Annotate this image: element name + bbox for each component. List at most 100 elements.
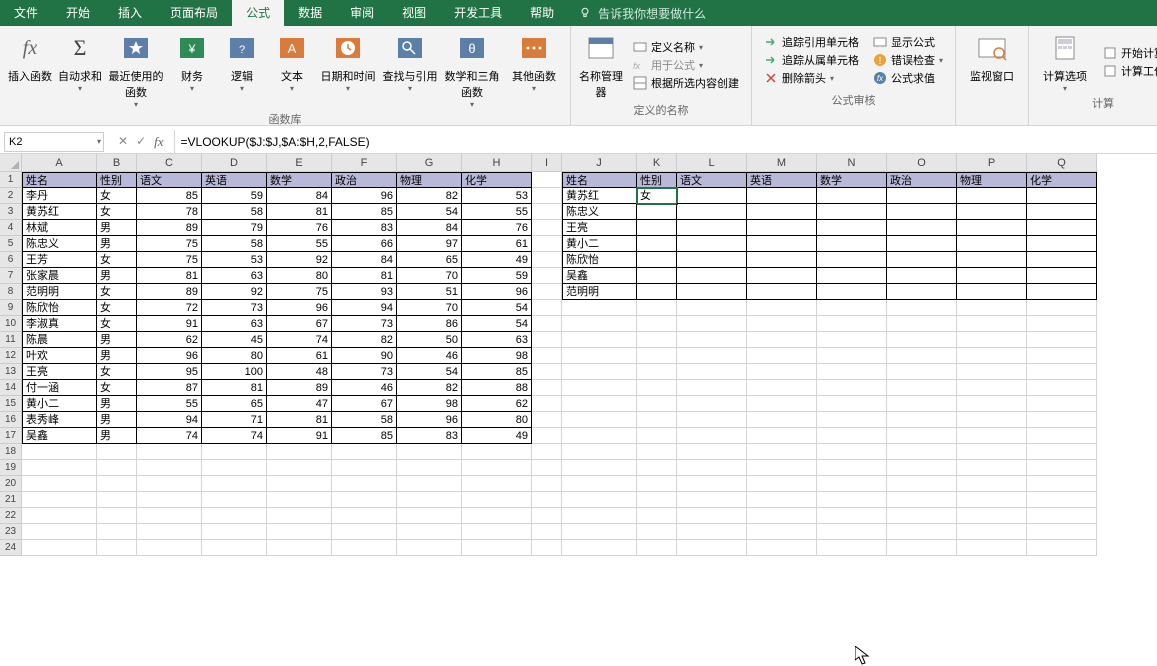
cell[interactable]: [817, 204, 887, 220]
cell[interactable]: 65: [202, 396, 267, 412]
cell[interactable]: [1027, 188, 1097, 204]
cell[interactable]: 81: [267, 412, 332, 428]
cell[interactable]: 物理: [957, 172, 1027, 188]
cell[interactable]: 94: [137, 412, 202, 428]
cell[interactable]: 85: [137, 188, 202, 204]
cell[interactable]: [562, 412, 637, 428]
cell[interactable]: [397, 508, 462, 524]
cell[interactable]: 62: [137, 332, 202, 348]
cell[interactable]: [532, 412, 562, 428]
cell[interactable]: [887, 428, 957, 444]
cell[interactable]: 63: [462, 332, 532, 348]
cell[interactable]: [97, 492, 137, 508]
math-button[interactable]: θ 数学和三角函数▾: [442, 30, 502, 109]
row-header[interactable]: 1: [0, 172, 22, 188]
cell[interactable]: 黄小二: [22, 396, 97, 412]
cell[interactable]: 58: [332, 412, 397, 428]
spreadsheet-grid[interactable]: ABCDEFGHIJKLMNOPQ 1姓名性别语文英语数学政治物理化学姓名性别语…: [0, 154, 1157, 556]
cell[interactable]: [887, 460, 957, 476]
evaluate-formula-button[interactable]: fx公式求值: [873, 70, 943, 86]
cell[interactable]: [637, 220, 677, 236]
autosum-button[interactable]: Σ 自动求和▾: [56, 30, 104, 93]
col-header[interactable]: N: [817, 154, 887, 172]
cell[interactable]: 54: [462, 300, 532, 316]
cell[interactable]: 70: [397, 268, 462, 284]
watch-window-button[interactable]: 监视窗口: [962, 30, 1022, 84]
cell[interactable]: 女: [97, 364, 137, 380]
row-header[interactable]: 6: [0, 252, 22, 268]
cell[interactable]: 74: [137, 428, 202, 444]
cell[interactable]: [747, 284, 817, 300]
cell[interactable]: [97, 508, 137, 524]
cell[interactable]: [462, 476, 532, 492]
cell[interactable]: [637, 380, 677, 396]
cell[interactable]: [887, 188, 957, 204]
cell[interactable]: [22, 540, 97, 556]
cell[interactable]: 78: [137, 204, 202, 220]
cell[interactable]: 83: [397, 428, 462, 444]
cell[interactable]: [677, 332, 747, 348]
cell[interactable]: 陈晨: [22, 332, 97, 348]
cell[interactable]: 96: [397, 412, 462, 428]
cell[interactable]: [677, 348, 747, 364]
cell[interactable]: [267, 492, 332, 508]
cell[interactable]: 89: [267, 380, 332, 396]
row-header[interactable]: 7: [0, 268, 22, 284]
cell[interactable]: [532, 284, 562, 300]
cell[interactable]: 81: [202, 380, 267, 396]
row-header[interactable]: 17: [0, 428, 22, 444]
cell[interactable]: 75: [137, 252, 202, 268]
cell[interactable]: 96: [267, 300, 332, 316]
cell[interactable]: 政治: [887, 172, 957, 188]
cell[interactable]: [887, 492, 957, 508]
cell[interactable]: [957, 396, 1027, 412]
cell[interactable]: [397, 540, 462, 556]
col-header[interactable]: M: [747, 154, 817, 172]
cell[interactable]: [817, 220, 887, 236]
cell[interactable]: 73: [202, 300, 267, 316]
col-header[interactable]: L: [677, 154, 747, 172]
cell[interactable]: 84: [397, 220, 462, 236]
cell[interactable]: [817, 444, 887, 460]
cell[interactable]: 73: [332, 316, 397, 332]
cell[interactable]: [677, 412, 747, 428]
cell[interactable]: [677, 428, 747, 444]
cell[interactable]: [817, 332, 887, 348]
cell[interactable]: [1027, 476, 1097, 492]
cell[interactable]: [562, 380, 637, 396]
cell[interactable]: 54: [397, 364, 462, 380]
cell[interactable]: [887, 252, 957, 268]
cell[interactable]: [532, 332, 562, 348]
col-header[interactable]: Q: [1027, 154, 1097, 172]
cell[interactable]: [562, 332, 637, 348]
cell[interactable]: [97, 540, 137, 556]
cell[interactable]: 王亮: [562, 220, 637, 236]
recent-functions-button[interactable]: 最近使用的函数▾: [106, 30, 166, 109]
cell[interactable]: [957, 220, 1027, 236]
row-header[interactable]: 15: [0, 396, 22, 412]
row-header[interactable]: 16: [0, 412, 22, 428]
cell[interactable]: 87: [137, 380, 202, 396]
cell[interactable]: [1027, 268, 1097, 284]
cell[interactable]: [637, 252, 677, 268]
cell[interactable]: [532, 300, 562, 316]
cell[interactable]: [332, 492, 397, 508]
cell[interactable]: 表秀峰: [22, 412, 97, 428]
cell[interactable]: 58: [202, 236, 267, 252]
col-header[interactable]: H: [462, 154, 532, 172]
cell[interactable]: [637, 284, 677, 300]
cell[interactable]: [637, 268, 677, 284]
cell[interactable]: [957, 332, 1027, 348]
cell[interactable]: 59: [202, 188, 267, 204]
cell[interactable]: 性别: [637, 172, 677, 188]
cell[interactable]: 80: [462, 412, 532, 428]
cell[interactable]: 50: [397, 332, 462, 348]
cell[interactable]: [1027, 236, 1097, 252]
cell[interactable]: 黄苏红: [22, 204, 97, 220]
cell[interactable]: [332, 444, 397, 460]
cell[interactable]: 85: [462, 364, 532, 380]
cell[interactable]: [202, 524, 267, 540]
cell[interactable]: [677, 316, 747, 332]
cell[interactable]: 89: [137, 284, 202, 300]
cell[interactable]: [957, 540, 1027, 556]
